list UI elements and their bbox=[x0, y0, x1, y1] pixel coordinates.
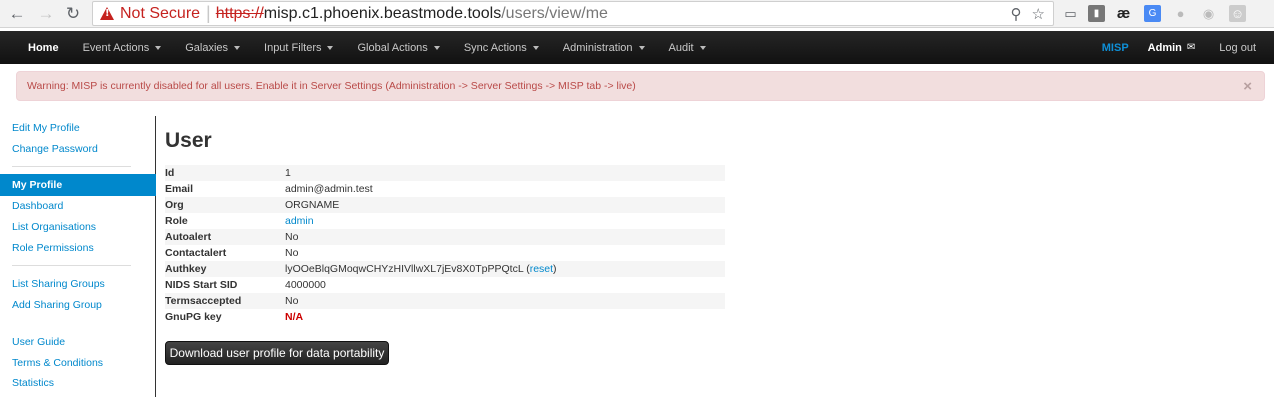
row-value: No bbox=[285, 247, 299, 259]
nav-label: Global Actions bbox=[357, 41, 428, 54]
user-link[interactable]: Admin bbox=[1148, 42, 1182, 54]
row-value: 1 bbox=[285, 165, 725, 181]
table-row: Email admin@admin.test bbox=[165, 181, 725, 197]
url-separator: | bbox=[206, 3, 211, 23]
sidebar-item-list-sharing-groups[interactable]: List Sharing Groups bbox=[12, 278, 105, 290]
user-details-table: Id 1 Email admin@admin.test Org ORGNAME … bbox=[165, 165, 725, 325]
sidebar-divider bbox=[12, 265, 131, 266]
url-path: /users/view/me bbox=[501, 4, 608, 22]
forward-arrow-icon[interactable]: → bbox=[35, 3, 57, 25]
main-navbar: Home Event Actions Galaxies Input Filter… bbox=[0, 31, 1274, 64]
table-row: Termsaccepted No bbox=[165, 293, 725, 309]
table-row: Contactalert No bbox=[165, 245, 725, 261]
sidebar: Edit My Profile Change Password My Profi… bbox=[0, 116, 156, 397]
sidebar-item-edit-profile[interactable]: Edit My Profile bbox=[12, 122, 80, 134]
row-label: Termsaccepted bbox=[165, 293, 285, 309]
url-scheme: https:// bbox=[215, 4, 264, 22]
url-host: misp.c1.phoenix.beastmode.tools bbox=[263, 4, 502, 22]
sidebar-item-user-guide[interactable]: User Guide bbox=[12, 336, 65, 348]
row-label: Authkey bbox=[165, 261, 285, 277]
logout-link[interactable]: Log out bbox=[1219, 42, 1256, 54]
table-row: Id 1 bbox=[165, 165, 725, 181]
row-label: Role bbox=[165, 215, 188, 227]
browser-toolbar: ← → ↻ Not Secure | https:// misp.c1.phoe… bbox=[0, 0, 1274, 28]
nav-label: Audit bbox=[668, 41, 694, 54]
gnupg-status: N/A bbox=[285, 311, 304, 323]
caret-down-icon bbox=[638, 46, 645, 50]
row-value: admin@admin.test bbox=[285, 183, 373, 195]
back-arrow-icon[interactable]: ← bbox=[6, 3, 28, 25]
extension-icon[interactable]: ● bbox=[1172, 5, 1189, 22]
nav-input-filters[interactable]: Input Filters bbox=[252, 31, 345, 64]
nav-global-actions[interactable]: Global Actions bbox=[345, 31, 451, 64]
reset-authkey-link[interactable]: reset bbox=[530, 263, 553, 275]
sidebar-divider bbox=[12, 166, 131, 167]
nav-sync-actions[interactable]: Sync Actions bbox=[452, 31, 551, 64]
paren-close: ) bbox=[553, 263, 557, 275]
address-bar[interactable]: Not Secure | https:// misp.c1.phoenix.be… bbox=[92, 1, 1054, 26]
authkey-value: lyOOeBlqGMoqwCHYzHIVllwXL7jEv8X0TpPPQtcL bbox=[285, 263, 524, 275]
table-row: GnuPG key N/A bbox=[165, 309, 725, 325]
cast-icon[interactable]: ▭ bbox=[1062, 5, 1079, 22]
role-link[interactable]: admin bbox=[285, 215, 314, 227]
caret-down-icon bbox=[155, 46, 162, 50]
sidebar-item-list-organisations[interactable]: List Organisations bbox=[12, 221, 96, 233]
caret-down-icon bbox=[532, 46, 539, 50]
misp-brand-link[interactable]: MISP bbox=[1102, 42, 1129, 54]
close-icon[interactable]: × bbox=[1243, 78, 1252, 95]
row-label: NIDS Start SID bbox=[165, 279, 238, 291]
nav-administration[interactable]: Administration bbox=[551, 31, 657, 64]
download-profile-button[interactable]: Download user profile for data portabili… bbox=[165, 341, 389, 365]
sidebar-item-add-sharing-group[interactable]: Add Sharing Group bbox=[12, 299, 102, 311]
row-label: GnuPG key bbox=[165, 311, 222, 323]
nav-event-actions[interactable]: Event Actions bbox=[71, 31, 174, 64]
row-label: Autoalert bbox=[165, 229, 285, 245]
table-row: Authkey lyOOeBlqGMoqwCHYzHIVllwXL7jEv8X0… bbox=[165, 261, 725, 277]
sidebar-item-terms[interactable]: Terms & Conditions bbox=[12, 357, 103, 369]
warning-icon bbox=[100, 7, 114, 20]
translate-icon[interactable]: G bbox=[1144, 5, 1161, 22]
nav-label: Galaxies bbox=[185, 41, 229, 54]
row-value: ORGNAME bbox=[285, 197, 725, 213]
sidebar-item-my-profile[interactable]: My Profile bbox=[0, 174, 156, 196]
profile-icon[interactable]: ☺ bbox=[1229, 5, 1246, 22]
nav-label: Administration bbox=[562, 41, 633, 54]
ae-extension-icon[interactable]: æ bbox=[1115, 5, 1132, 22]
page-title: User bbox=[165, 129, 212, 152]
table-row: Role admin bbox=[165, 213, 725, 229]
row-label: Contactalert bbox=[165, 247, 227, 259]
nav-home[interactable]: Home bbox=[16, 31, 71, 64]
table-row: NIDS Start SID 4000000 bbox=[165, 277, 725, 293]
nav-label: Event Actions bbox=[82, 41, 150, 54]
envelope-icon[interactable]: ✉ bbox=[1187, 42, 1195, 53]
disabled-warning-alert: Warning: MISP is currently disabled for … bbox=[16, 71, 1265, 101]
caret-down-icon bbox=[433, 46, 440, 50]
table-row: Org ORGNAME bbox=[165, 197, 725, 213]
caret-down-icon bbox=[234, 46, 241, 50]
nav-audit[interactable]: Audit bbox=[657, 31, 718, 64]
table-row: Autoalert No bbox=[165, 229, 725, 245]
sidebar-item-dashboard[interactable]: Dashboard bbox=[12, 200, 63, 212]
sidebar-item-statistics[interactable]: Statistics bbox=[12, 377, 54, 389]
sidebar-item-role-permissions[interactable]: Role Permissions bbox=[12, 242, 94, 254]
row-label: Org bbox=[165, 197, 285, 213]
row-value: 4000000 bbox=[285, 279, 326, 291]
star-icon[interactable]: ☆ bbox=[1032, 5, 1045, 23]
nav-label: Input Filters bbox=[264, 41, 322, 54]
reload-icon[interactable]: ↻ bbox=[62, 3, 84, 25]
row-value: No bbox=[285, 229, 725, 245]
caret-down-icon bbox=[327, 46, 334, 50]
row-value: No bbox=[285, 293, 725, 309]
nav-galaxies[interactable]: Galaxies bbox=[173, 31, 252, 64]
caret-down-icon bbox=[699, 46, 706, 50]
sidebar-item-change-password[interactable]: Change Password bbox=[12, 143, 98, 155]
circle-extension-icon[interactable]: ◉ bbox=[1200, 5, 1217, 22]
zoom-icon[interactable]: ⚲ bbox=[1011, 5, 1022, 23]
security-label[interactable]: Not Secure bbox=[120, 5, 200, 23]
row-label: Id bbox=[165, 165, 285, 181]
row-label: Email bbox=[165, 183, 194, 195]
alert-message: Warning: MISP is currently disabled for … bbox=[27, 80, 636, 92]
extension-icon[interactable]: ▮ bbox=[1088, 5, 1105, 22]
nav-label: Sync Actions bbox=[463, 41, 527, 54]
